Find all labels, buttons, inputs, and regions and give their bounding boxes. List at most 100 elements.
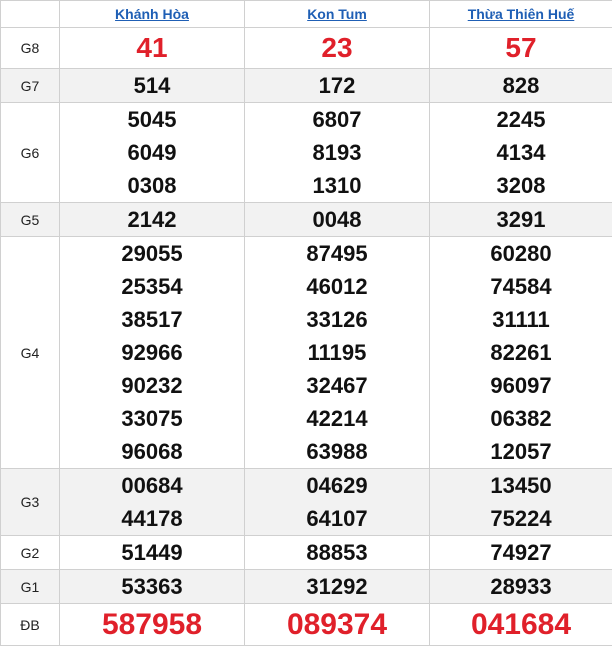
header-province-2: Kon Tum [245,1,430,28]
prize-number: 12057 [430,435,612,468]
prize-number: 6807 [245,103,429,136]
prize-number: 60280 [430,237,612,270]
prize-cell: 23 [245,28,430,69]
prize-cell: 51449 [60,536,245,570]
lottery-results-table: Khánh Hòa Kon Tum Thừa Thiên Huế G8 41 2… [0,0,612,646]
prize-number: 42214 [245,402,429,435]
prize-number: 82261 [430,336,612,369]
prize-cell: 2245 4134 3208 [430,103,612,203]
special-prize-number: 089374 [245,605,429,645]
prize-number: 31111 [430,303,612,336]
prize-number: 87495 [245,237,429,270]
prize-row-g5: G5 2142 0048 3291 [1,203,612,237]
prize-cell: 041684 [430,604,612,646]
prize-label: G6 [1,103,60,203]
prize-cell: 87495 46012 33126 11195 32467 42214 6398… [245,237,430,469]
header-province-1: Khánh Hòa [60,1,245,28]
prize-number: 00684 [60,469,244,502]
prize-number: 63988 [245,435,429,468]
prize-cell: 3291 [430,203,612,237]
prize-number: 6049 [60,136,244,169]
prize-number: 92966 [60,336,244,369]
prize-cell: 60280 74584 31111 82261 96097 06382 1205… [430,237,612,469]
prize-number: 33075 [60,402,244,435]
prize-number: 828 [430,69,612,102]
prize-cell: 6807 8193 1310 [245,103,430,203]
prize-number: 74927 [430,536,612,569]
prize-label: ĐB [1,604,60,646]
prize-number: 3208 [430,169,612,202]
prize-number: 88853 [245,536,429,569]
prize-number: 514 [60,69,244,102]
prize-row-g8: G8 41 23 57 [1,28,612,69]
prize-number: 31292 [245,570,429,603]
prize-number: 44178 [60,502,244,535]
prize-number: 172 [245,69,429,102]
prize-cell: 514 [60,69,245,103]
prize-number: 04629 [245,469,429,502]
prize-number: 33126 [245,303,429,336]
prize-cell: 00684 44178 [60,469,245,536]
prize-number: 4134 [430,136,612,169]
prize-row-g3: G3 00684 44178 04629 64107 13450 75224 [1,469,612,536]
province-link-thua-thien-hue[interactable]: Thừa Thiên Huế [468,6,575,22]
prize-cell: 04629 64107 [245,469,430,536]
prize-number: 51449 [60,536,244,569]
prize-number: 2142 [60,203,244,236]
header-corner [1,1,60,28]
prize-label: G2 [1,536,60,570]
prize-row-special: ĐB 587958 089374 041684 [1,604,612,646]
province-link-kon-tum[interactable]: Kon Tum [307,6,367,22]
prize-number: 23 [245,28,429,68]
province-link-khanh-hoa[interactable]: Khánh Hòa [115,6,189,22]
prize-cell: 53363 [60,570,245,604]
prize-cell: 13450 75224 [430,469,612,536]
prize-number: 41 [60,28,244,68]
prize-number: 2245 [430,103,612,136]
prize-number: 8193 [245,136,429,169]
prize-cell: 172 [245,69,430,103]
prize-number: 64107 [245,502,429,535]
prize-cell: 31292 [245,570,430,604]
prize-cell: 28933 [430,570,612,604]
prize-number: 96097 [430,369,612,402]
prize-cell: 089374 [245,604,430,646]
prize-cell: 587958 [60,604,245,646]
prize-number: 11195 [245,336,429,369]
header-row: Khánh Hòa Kon Tum Thừa Thiên Huế [1,1,612,28]
prize-number: 46012 [245,270,429,303]
prize-number: 3291 [430,203,612,236]
prize-number: 0308 [60,169,244,202]
prize-number: 25354 [60,270,244,303]
prize-row-g1: G1 53363 31292 28933 [1,570,612,604]
prize-row-g7: G7 514 172 828 [1,69,612,103]
prize-number: 96068 [60,435,244,468]
prize-cell: 0048 [245,203,430,237]
prize-row-g6: G6 5045 6049 0308 6807 8193 1310 2245 41… [1,103,612,203]
header-province-3: Thừa Thiên Huế [430,1,612,28]
prize-label: G8 [1,28,60,69]
prize-label: G7 [1,69,60,103]
prize-number: 0048 [245,203,429,236]
prize-label: G4 [1,237,60,469]
prize-label: G5 [1,203,60,237]
prize-cell: 828 [430,69,612,103]
prize-cell: 41 [60,28,245,69]
prize-number: 53363 [60,570,244,603]
prize-number: 57 [430,28,612,68]
prize-number: 1310 [245,169,429,202]
prize-number: 28933 [430,570,612,603]
prize-number: 29055 [60,237,244,270]
special-prize-number: 041684 [430,605,612,645]
prize-row-g2: G2 51449 88853 74927 [1,536,612,570]
prize-label: G3 [1,469,60,536]
special-prize-number: 587958 [60,605,244,645]
prize-label: G1 [1,570,60,604]
prize-number: 5045 [60,103,244,136]
prize-number: 90232 [60,369,244,402]
prize-cell: 29055 25354 38517 92966 90232 33075 9606… [60,237,245,469]
prize-row-g4: G4 29055 25354 38517 92966 90232 33075 9… [1,237,612,469]
prize-cell: 74927 [430,536,612,570]
prize-number: 74584 [430,270,612,303]
prize-number: 06382 [430,402,612,435]
